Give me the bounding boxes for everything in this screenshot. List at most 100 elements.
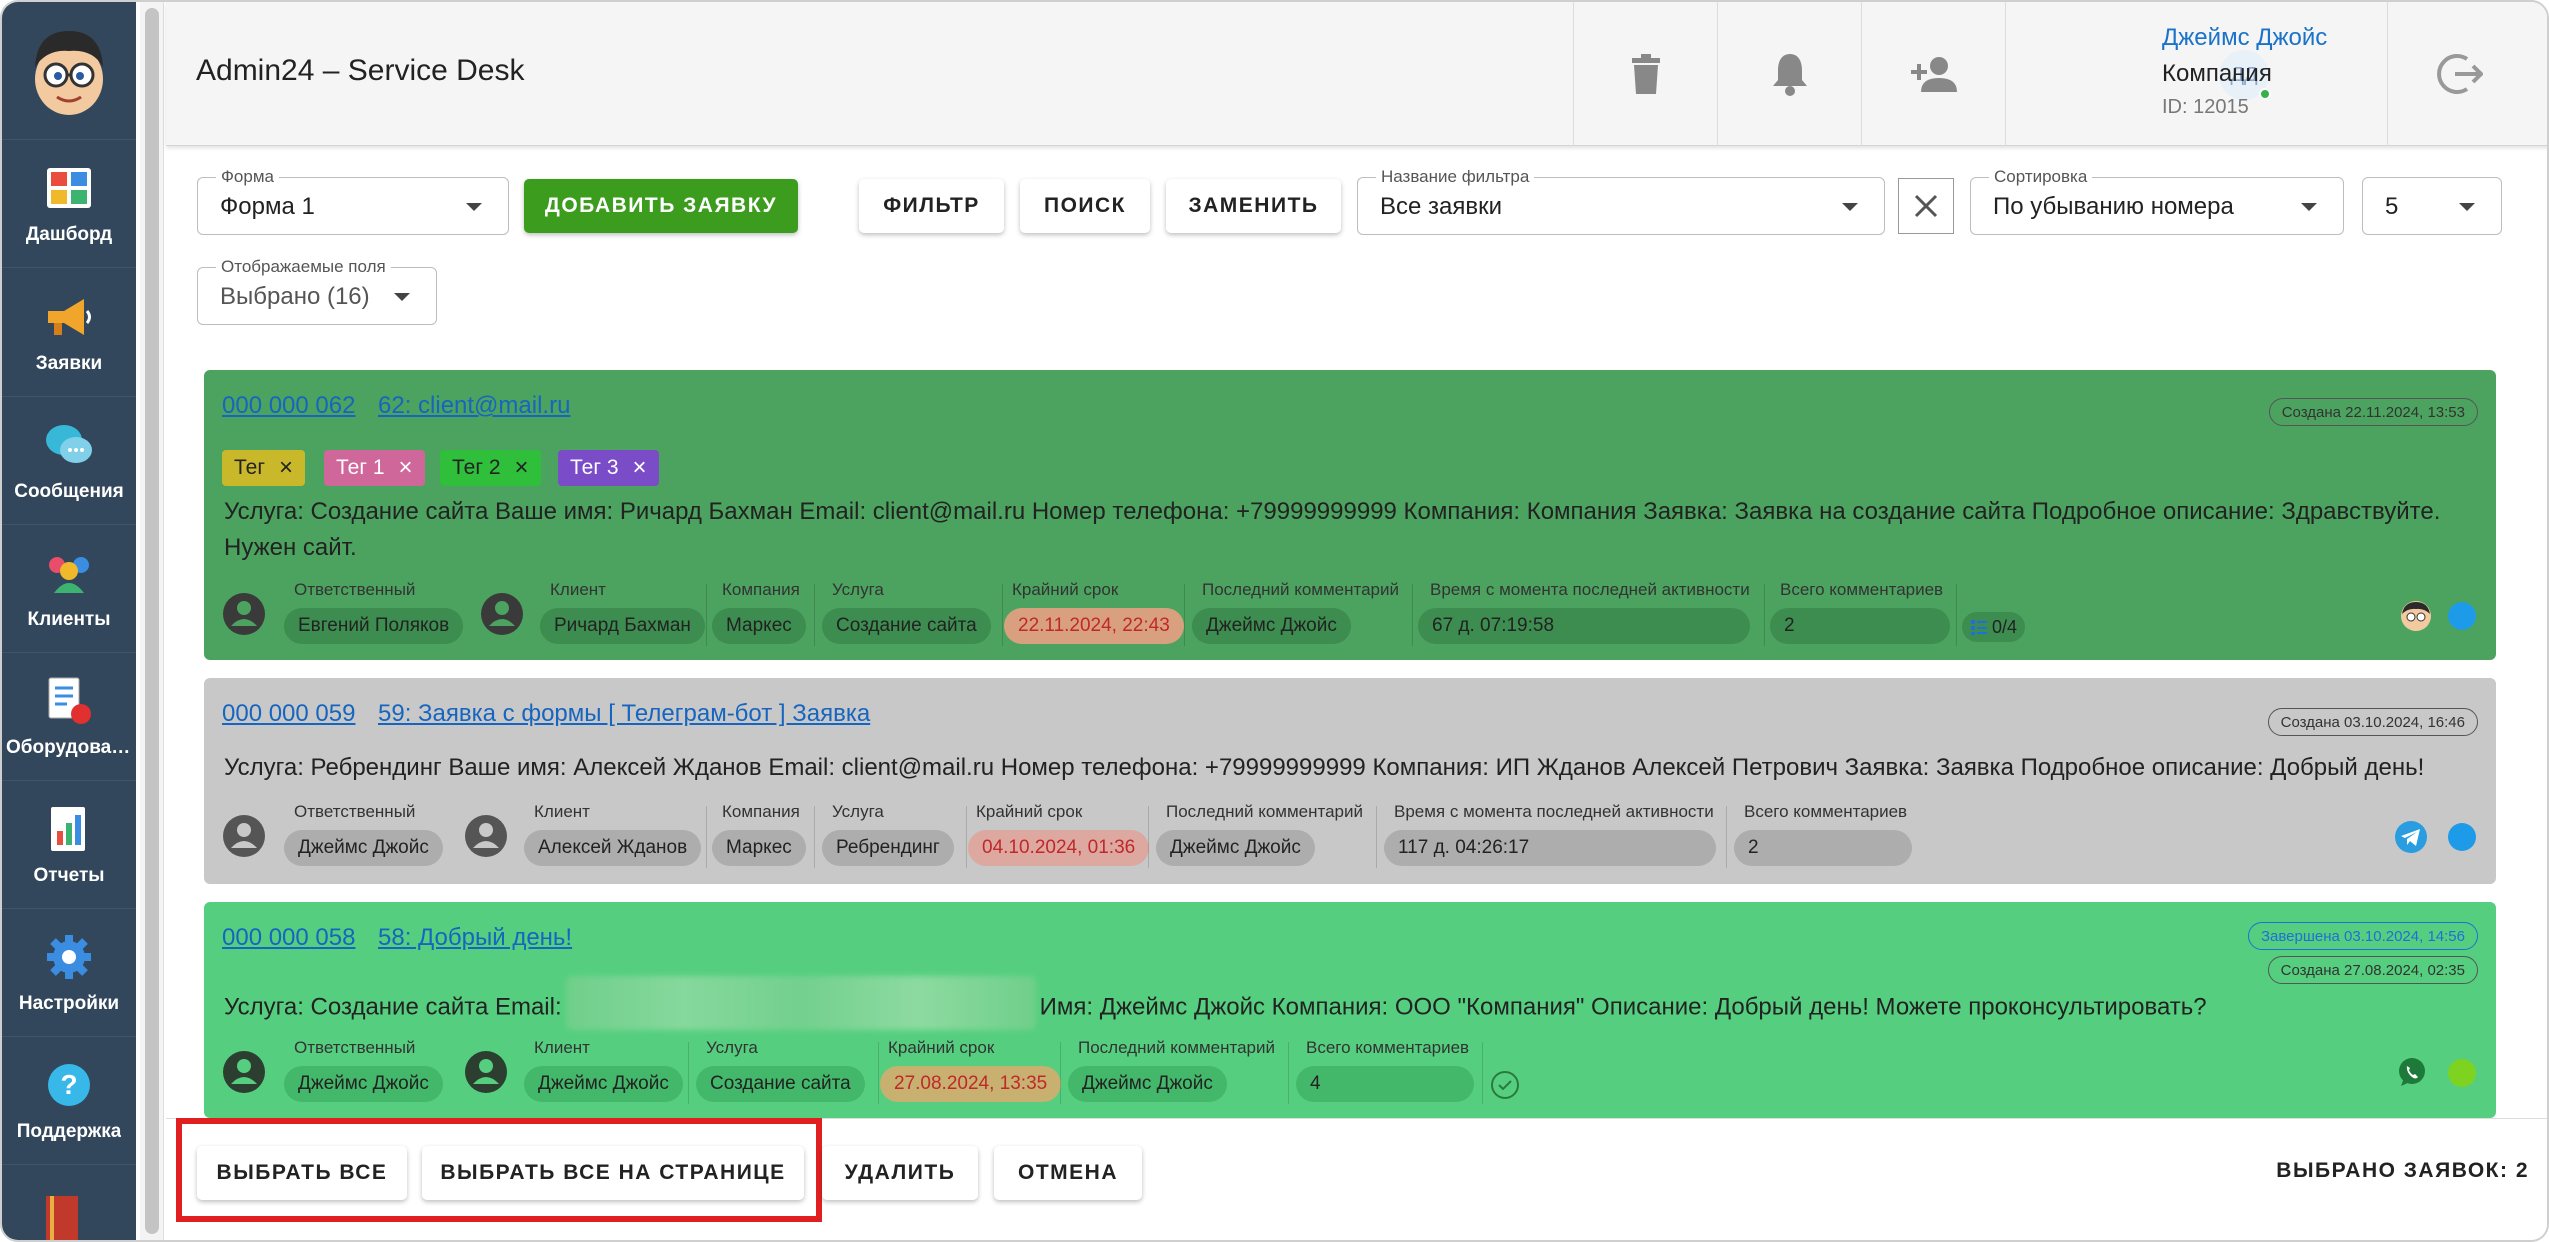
- add-user-button[interactable]: [1861, 2, 2005, 146]
- activity-time-chip: 117 д. 04:26:17: [1384, 830, 1716, 866]
- filter-name-select[interactable]: Название фильтра Все заявки: [1357, 167, 1885, 235]
- filter-button[interactable]: ФИЛЬТР: [859, 179, 1004, 233]
- sidebar-item-label: Отчеты: [33, 864, 105, 886]
- person-icon: [465, 815, 507, 857]
- divider: [1002, 584, 1003, 646]
- ticket-subject-link[interactable]: 58: Добрый день!: [378, 924, 572, 952]
- client-chip[interactable]: Ричард Бахман: [540, 608, 705, 644]
- close-icon[interactable]: ×: [515, 456, 529, 480]
- sidebar-scrollbar-thumb[interactable]: [145, 8, 159, 1234]
- form-select[interactable]: Форма Форма 1: [197, 167, 509, 235]
- assignee-avatar-icon: [2401, 601, 2431, 631]
- form-select-label: Форма: [216, 167, 279, 187]
- description-after-email: Имя: Джеймс Джойс Компания: ООО "Компани…: [1039, 993, 2207, 1021]
- status-dot: [2448, 1059, 2476, 1087]
- replace-button[interactable]: ЗАМЕНИТЬ: [1166, 179, 1341, 233]
- company-chip[interactable]: Маркес: [712, 608, 806, 644]
- sidebar-item-dashboard[interactable]: Дашборд: [2, 140, 136, 268]
- last-comment-chip[interactable]: Джеймс Джойс: [1068, 1066, 1227, 1102]
- sidebar-item-clients[interactable]: Клиенты: [2, 525, 136, 653]
- ticket-number-link[interactable]: 000 000 059: [222, 700, 355, 728]
- service-chip[interactable]: Ребрендинг: [822, 830, 954, 866]
- logo[interactable]: [2, 2, 136, 140]
- close-icon[interactable]: ×: [633, 456, 647, 480]
- deadline-chip: 22.11.2024, 22:43: [1004, 608, 1184, 644]
- meta-label: Услуга: [832, 580, 884, 599]
- last-comment-chip[interactable]: Джеймс Джойс: [1156, 830, 1315, 866]
- fields-select[interactable]: Отображаемые поля Выбрано (16): [197, 257, 437, 325]
- user-id: ID: 12015: [2162, 96, 2249, 118]
- client-chip[interactable]: Алексей Жданов: [524, 830, 702, 866]
- close-icon[interactable]: ×: [399, 456, 413, 480]
- divider: [814, 584, 815, 646]
- per-page-select[interactable]: 5: [2362, 177, 2502, 235]
- meta-label: Всего комментариев: [1306, 1038, 1470, 1057]
- sidebar-item-equipment[interactable]: Оборудован…: [2, 653, 136, 781]
- clear-filter-button[interactable]: [1898, 178, 1954, 234]
- notifications-button[interactable]: [1717, 2, 1861, 146]
- sidebar-item-reports[interactable]: Отчеты: [2, 781, 136, 909]
- person-icon: [223, 1051, 265, 1093]
- description-before-email: Услуга: Создание сайта Email:: [224, 993, 562, 1021]
- ticket-description: Услуга: Ребрендинг Ваше имя: Алексей Жда…: [224, 754, 2425, 781]
- company-chip[interactable]: Маркес: [712, 830, 806, 866]
- assignee-chip[interactable]: Евгений Поляков: [284, 608, 464, 644]
- delete-button[interactable]: УДАЛИТЬ: [822, 1146, 978, 1200]
- svg-text:?: ?: [60, 1069, 77, 1100]
- ticket-number-link[interactable]: 000 000 062: [222, 392, 355, 420]
- checklist-chip[interactable]: 0/4: [1962, 612, 2026, 642]
- last-comment-chip[interactable]: Джеймс Джойс: [1192, 608, 1351, 644]
- divider: [706, 806, 707, 868]
- add-ticket-button[interactable]: ДОБАВИТЬ ЗАЯВКУ: [524, 179, 798, 233]
- cancel-button[interactable]: ОТМЕНА: [994, 1146, 1142, 1200]
- ticket-number-link[interactable]: 000 000 058: [222, 924, 355, 952]
- header-divider: [2005, 2, 2007, 146]
- sidebar-item-messages[interactable]: Сообщения: [2, 397, 136, 525]
- assignee-chip[interactable]: Джеймс Джойс: [284, 830, 443, 866]
- close-icon[interactable]: ×: [279, 456, 293, 480]
- divider: [1288, 1042, 1289, 1104]
- ticket-subject-link[interactable]: 62: client@mail.ru: [378, 392, 570, 420]
- whatsapp-icon[interactable]: [2396, 1056, 2428, 1088]
- megaphone-icon: [43, 291, 95, 343]
- divider: [1184, 584, 1185, 646]
- tag-chip: Тег 3 ×: [558, 450, 659, 486]
- divider: [1482, 1042, 1483, 1104]
- close-icon: [1914, 194, 1938, 218]
- meta-label: Компания: [722, 580, 800, 599]
- sort-label: Сортировка: [1989, 167, 2093, 187]
- assignee-chip[interactable]: Джеймс Джойс: [284, 1066, 443, 1102]
- sort-select[interactable]: Сортировка По убыванию номера: [1970, 167, 2344, 235]
- sidebar-item-settings[interactable]: Настройки: [2, 909, 136, 1037]
- divider: [1726, 806, 1727, 868]
- sidebar-item-tickets[interactable]: Заявки: [2, 269, 136, 397]
- telegram-icon[interactable]: [2394, 820, 2428, 854]
- book-icon[interactable]: [42, 1192, 86, 1240]
- sidebar-item-support[interactable]: ? Поддержка: [2, 1037, 136, 1165]
- user-name[interactable]: Джеймс Джойс: [2162, 24, 2327, 52]
- question-icon: ?: [43, 1059, 95, 1111]
- logout-button[interactable]: [2387, 2, 2531, 146]
- chevron-down-icon: [2301, 203, 2317, 211]
- ticket-card[interactable]: 000 000 059 59: Заявка с формы [ Телегра…: [204, 678, 2496, 884]
- status-dot: [2448, 823, 2476, 851]
- search-button[interactable]: ПОИСК: [1020, 179, 1150, 233]
- service-chip[interactable]: Создание сайта: [822, 608, 991, 644]
- trash-button[interactable]: [1573, 2, 1717, 146]
- report-chart-icon: [43, 803, 95, 855]
- meta-label: Клиент: [534, 1038, 590, 1057]
- gear-icon: [43, 931, 95, 983]
- checklist-progress: 0/4: [1992, 616, 2018, 637]
- service-chip[interactable]: Создание сайта: [696, 1066, 865, 1102]
- created-badge: Создана 27.08.2024, 02:35: [2267, 956, 2478, 984]
- fields-select-value: Выбрано (16): [220, 283, 370, 310]
- divider: [1412, 584, 1413, 646]
- ticket-card[interactable]: 000 000 058 58: Добрый день! Завершена 0…: [204, 902, 2496, 1118]
- ticket-card[interactable]: 000 000 062 62: client@mail.ru Создана 2…: [204, 370, 2496, 660]
- divider: [1376, 806, 1377, 868]
- client-chip[interactable]: Джеймс Джойс: [524, 1066, 683, 1102]
- ticket-subject-link[interactable]: 59: Заявка с формы [ Телеграм-бот ] Заяв…: [378, 700, 870, 728]
- trash-icon: [1631, 54, 1660, 94]
- sidebar-item-label: Заявки: [35, 352, 103, 374]
- meta-label: Компания: [722, 802, 800, 821]
